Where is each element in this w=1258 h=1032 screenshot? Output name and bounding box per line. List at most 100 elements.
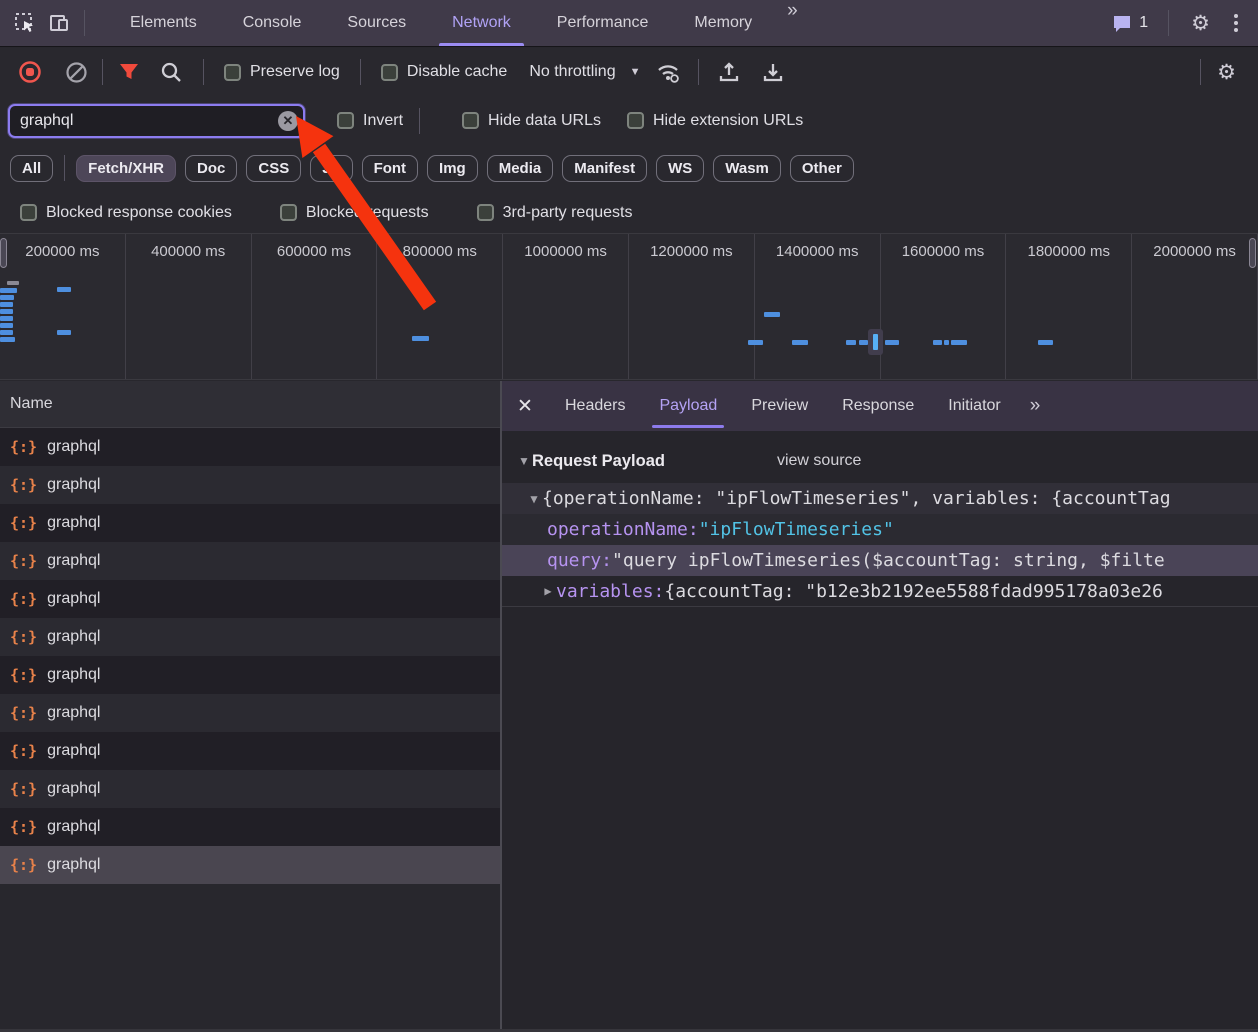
requests-list: {:}graphql {:}graphql {:}graphql {:}grap…	[0, 428, 500, 884]
kebab-menu-icon[interactable]	[1224, 8, 1248, 38]
payload-operation-row[interactable]: operationName: "ipFlowTimeseries"	[502, 514, 1258, 545]
timeline-left-handle[interactable]	[0, 238, 7, 268]
tab-sources[interactable]: Sources	[324, 0, 429, 46]
devtools-window: Elements Console Sources Network Perform…	[0, 0, 1258, 1032]
request-row[interactable]: {:}graphql	[0, 618, 500, 656]
payload-query-row[interactable]: query: "query ipFlowTimeseries($accountT…	[502, 545, 1258, 576]
tab-elements[interactable]: Elements	[107, 0, 220, 46]
request-row[interactable]: {:}graphql	[0, 808, 500, 846]
triangle-down-icon: ▼	[516, 454, 532, 468]
fetch-xhr-icon: {:}	[10, 856, 37, 874]
clear-network-log-button[interactable]	[58, 54, 94, 90]
record-network-log-button[interactable]	[12, 54, 48, 90]
tab-headers[interactable]: Headers	[548, 381, 642, 431]
view-source-toggle[interactable]: view source	[777, 452, 861, 470]
request-row[interactable]: {:}graphql	[0, 694, 500, 732]
timeline-right-handle[interactable]	[1249, 238, 1256, 268]
request-type-filters: All Fetch/XHR Doc CSS JS Font Img Media …	[0, 145, 1258, 191]
chip-img[interactable]: Img	[427, 155, 478, 182]
chip-font[interactable]: Font	[362, 155, 418, 182]
hide-data-urls-checkbox[interactable]: Hide data URLs	[456, 112, 607, 130]
json-key: variables:	[556, 581, 664, 602]
request-row[interactable]: {:}graphql	[0, 732, 500, 770]
tab-network[interactable]: Network	[429, 0, 534, 46]
more-details-tabs-icon[interactable]: »	[1018, 395, 1053, 417]
network-settings-gear-icon[interactable]: ⚙	[1209, 60, 1244, 85]
disable-cache-checkbox[interactable]: Disable cache	[375, 63, 514, 81]
payload-variables-row[interactable]: ▶ variables: {accountTag: "b12e3b2192ee5…	[502, 576, 1258, 607]
waterfall-bar	[57, 287, 71, 292]
import-har-icon[interactable]	[711, 54, 747, 90]
chip-wasm[interactable]: Wasm	[713, 155, 781, 182]
waterfall-bar	[0, 323, 13, 328]
tab-console[interactable]: Console	[220, 0, 325, 46]
tab-performance[interactable]: Performance	[534, 0, 672, 46]
filter-input[interactable]	[8, 104, 305, 138]
tab-preview[interactable]: Preview	[734, 381, 825, 431]
json-value: "query ipFlowTimeseries($accountTag: str…	[612, 550, 1165, 571]
checkbox	[477, 204, 494, 221]
invert-checkbox[interactable]: Invert	[331, 112, 409, 130]
fetch-xhr-icon: {:}	[10, 590, 37, 608]
json-key: query:	[547, 550, 612, 571]
chip-media[interactable]: Media	[487, 155, 554, 182]
blocked-requests-checkbox[interactable]: Blocked requests	[274, 204, 435, 222]
payload-root-row[interactable]: ▼ {operationName: "ipFlowTimeseries", va…	[502, 483, 1258, 514]
chip-css[interactable]: CSS	[246, 155, 301, 182]
tab-initiator[interactable]: Initiator	[931, 381, 1017, 431]
request-details-pane: ✕ Headers Payload Preview Response Initi…	[502, 381, 1258, 1029]
chip-other[interactable]: Other	[790, 155, 854, 182]
tabbar-right-controls: 1 ⚙	[1106, 8, 1258, 38]
preserve-log-checkbox[interactable]: Preserve log	[218, 63, 346, 81]
request-row[interactable]: {:}graphql	[0, 504, 500, 542]
more-tabs-icon[interactable]: »	[775, 0, 810, 46]
chip-fetch-xhr[interactable]: Fetch/XHR	[76, 155, 176, 182]
network-overview-timeline[interactable]: 200000 ms 400000 ms 600000 ms 800000 ms …	[0, 233, 1258, 380]
issues-button[interactable]: 1	[1106, 14, 1154, 33]
chip-js[interactable]: JS	[310, 155, 352, 182]
chip-doc[interactable]: Doc	[185, 155, 237, 182]
chip-ws[interactable]: WS	[656, 155, 704, 182]
waterfall-bar	[0, 330, 13, 335]
request-row[interactable]: {:}graphql	[0, 656, 500, 694]
settings-gear-icon[interactable]: ⚙	[1183, 11, 1218, 36]
device-toolbar-icon[interactable]	[42, 6, 76, 40]
request-row-selected[interactable]: {:}graphql	[0, 846, 500, 884]
hide-extension-urls-checkbox[interactable]: Hide extension URLs	[621, 112, 809, 130]
tab-memory[interactable]: Memory	[671, 0, 775, 46]
throttling-select[interactable]: No throttling ▼	[513, 63, 650, 81]
fetch-xhr-icon: {:}	[10, 666, 37, 684]
close-details-icon[interactable]: ✕	[502, 381, 548, 431]
checkbox	[462, 112, 479, 129]
fetch-xhr-icon: {:}	[10, 704, 37, 722]
tab-payload[interactable]: Payload	[642, 381, 734, 431]
export-har-icon[interactable]	[755, 54, 791, 90]
inspect-element-icon[interactable]	[8, 6, 42, 40]
json-key: operationName:	[547, 519, 699, 540]
divider	[698, 59, 699, 85]
network-conditions-icon[interactable]	[650, 54, 686, 90]
chip-all[interactable]: All	[10, 155, 53, 182]
name-column-header[interactable]: Name	[0, 381, 500, 428]
checkbox	[224, 64, 241, 81]
request-row[interactable]: {:}graphql	[0, 542, 500, 580]
request-payload-section[interactable]: ▼ Request Payload view source	[502, 439, 1258, 483]
panel-tabs: Elements Console Sources Network Perform…	[107, 0, 810, 46]
waterfall-bar	[0, 337, 15, 342]
request-row[interactable]: {:}graphql	[0, 428, 500, 466]
blocked-response-cookies-checkbox[interactable]: Blocked response cookies	[14, 204, 238, 222]
fetch-xhr-icon: {:}	[10, 780, 37, 798]
chip-manifest[interactable]: Manifest	[562, 155, 647, 182]
search-icon[interactable]	[153, 54, 189, 90]
third-party-requests-checkbox[interactable]: 3rd-party requests	[471, 204, 639, 222]
clear-filter-icon[interactable]: ✕	[278, 111, 298, 131]
request-row[interactable]: {:}graphql	[0, 466, 500, 504]
filter-funnel-icon[interactable]	[111, 54, 147, 90]
request-row[interactable]: {:}graphql	[0, 770, 500, 808]
json-value: "ipFlowTimeseries"	[699, 519, 894, 540]
waterfall-bar	[0, 316, 13, 321]
tab-response[interactable]: Response	[825, 381, 931, 431]
request-row[interactable]: {:}graphql	[0, 580, 500, 618]
waterfall-bar	[764, 312, 780, 317]
fetch-xhr-icon: {:}	[10, 628, 37, 646]
